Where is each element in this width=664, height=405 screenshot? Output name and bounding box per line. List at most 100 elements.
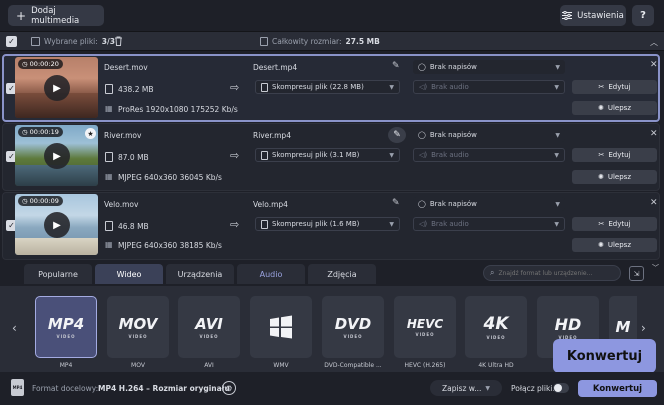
film-icon: ▦	[105, 172, 113, 181]
audio-select[interactable]: ◁) Brak audio ▼	[413, 80, 565, 94]
format-avi[interactable]: AVI VIDEO	[178, 296, 240, 358]
film-icon: ▦	[105, 240, 113, 249]
settings-button[interactable]: Ustawienia	[560, 5, 626, 26]
toggle-knob	[554, 384, 562, 392]
help-button[interactable]: ?	[632, 5, 654, 26]
clock-icon: ◷	[22, 60, 28, 68]
output-file-name: Velo.mp4	[253, 200, 288, 209]
enhance-button[interactable]: ✺ Ulepsz	[572, 101, 657, 115]
file-name: River.mov	[104, 131, 142, 140]
format-partial-icon: M	[615, 318, 631, 336]
convert-arrows-icon: ⇨	[230, 218, 240, 231]
chevron-down-icon[interactable]: ﹀	[652, 263, 659, 273]
target-format-label: Format docelowy:	[32, 384, 99, 393]
convert-arrows-icon: ⇨	[230, 149, 240, 162]
output-file-name: Desert.mp4	[253, 63, 298, 72]
edit-button[interactable]: ✂ Edytuj	[572, 217, 657, 231]
clock-icon: ◷	[22, 128, 28, 136]
format-4k[interactable]: 4K VIDEO	[465, 296, 527, 358]
add-media-button[interactable]: + Dodaj multimedia	[8, 5, 104, 26]
video-thumbnail[interactable]: ◷ 00:00:09 ▶	[15, 194, 98, 255]
file-name: Desert.mov	[104, 63, 148, 72]
subtitles-select[interactable]: ◯ Brak napisów ▼	[413, 197, 565, 211]
select-all-checkbox[interactable]: ✓	[6, 36, 17, 47]
format-label: MP4	[59, 362, 73, 369]
close-icon[interactable]: ✕	[650, 198, 658, 208]
file-size: 46.8 MB	[118, 222, 149, 231]
dvd-icon: DVD	[334, 315, 372, 333]
tab-urzadzenia[interactable]: Urządzenia	[166, 264, 234, 284]
merge-files-toggle[interactable]	[553, 383, 569, 393]
file-meta: MJPEG 640x360 38185 Kb/s	[118, 241, 222, 250]
play-icon: ▶	[53, 82, 61, 94]
gear-icon[interactable]: ⚙	[222, 381, 236, 395]
file-icon	[105, 221, 113, 231]
chevron-down-icon: ▼	[554, 83, 559, 91]
format-dvd[interactable]: DVD VIDEO	[322, 296, 384, 358]
speech-bubble-icon: ◯	[418, 200, 426, 208]
file-size: 438.2 MB	[118, 85, 154, 94]
format-wmv[interactable]	[250, 296, 312, 358]
total-size-info: Całkowity rozmiar: 27.5 MB	[260, 37, 380, 46]
enhance-icon: ✺	[597, 104, 604, 112]
merge-files-label: Połącz pliki:	[511, 384, 555, 393]
tab-audio[interactable]: Audio	[237, 264, 305, 284]
format-hevc[interactable]: HEVC VIDEO	[394, 296, 456, 358]
compress-select[interactable]: Skompresuj plik (22.8 MB) ▼	[255, 80, 400, 94]
audio-select[interactable]: ◁) Brak audio ▼	[413, 217, 565, 231]
convert-arrows-icon: ⇨	[230, 81, 240, 94]
enhance-button[interactable]: ✺ Ulepsz	[572, 170, 657, 184]
target-format-icon: MP4	[11, 379, 24, 396]
tab-wideo[interactable]: Wideo	[95, 264, 163, 284]
convert-button[interactable]: Konwertuj	[578, 380, 657, 397]
format-mov[interactable]: MOV VIDEO	[107, 296, 169, 358]
subtitles-select[interactable]: ◯ Brak napisów ▼	[413, 60, 565, 74]
format-label: AVI	[204, 362, 214, 369]
close-icon[interactable]: ✕	[650, 129, 658, 139]
edit-name-icon[interactable]: ✎	[392, 61, 400, 71]
format-search[interactable]: ⌕	[483, 265, 621, 281]
settings-label: Ustawienia	[577, 10, 624, 21]
chevron-down-icon: ▼	[554, 151, 559, 159]
audio-select[interactable]: ◁) Brak audio ▼	[413, 148, 565, 162]
format-mp4[interactable]: MP4 VIDEO	[35, 296, 97, 358]
video-thumbnail[interactable]: ◷ 00:00:19 ★ ▶	[15, 125, 98, 186]
total-size-label: Całkowity rozmiar:	[272, 37, 342, 46]
edit-name-icon[interactable]: ✎	[388, 127, 406, 143]
mov-icon: MOV	[118, 315, 158, 333]
video-thumbnail[interactable]: ◷ 00:00:20 ▶	[15, 57, 98, 118]
edit-button[interactable]: ✂ Edytuj	[572, 148, 657, 162]
speaker-icon: ◁)	[419, 83, 428, 91]
play-button[interactable]: ▶	[44, 143, 70, 169]
avi-icon: AVI	[195, 315, 223, 333]
save-to-select[interactable]: Zapisz w... ▼	[430, 380, 502, 396]
file-stack-icon	[31, 37, 40, 46]
selected-files-label: Wybrane pliki:	[44, 37, 98, 46]
scissors-icon: ✂	[598, 83, 605, 91]
edit-button[interactable]: ✂ Edytuj	[572, 80, 657, 94]
enhance-button[interactable]: ✺ Ulepsz	[572, 238, 657, 252]
tab-zdjecia[interactable]: Zdjęcia	[308, 264, 376, 284]
play-button[interactable]: ▶	[44, 212, 70, 238]
play-icon: ▶	[53, 219, 61, 231]
collapse-icon[interactable]: ︿	[650, 37, 658, 48]
chevron-right-icon[interactable]: ›	[641, 321, 646, 335]
star-icon[interactable]: ★	[85, 128, 96, 139]
edit-name-icon[interactable]: ✎	[392, 198, 400, 208]
scissors-icon: ✂	[598, 151, 605, 159]
speaker-icon: ◁)	[419, 220, 428, 228]
trash-icon[interactable]	[114, 36, 123, 46]
file-icon	[105, 152, 113, 162]
tab-popularne[interactable]: Popularne	[24, 264, 92, 284]
close-icon[interactable]: ✕	[650, 60, 658, 70]
chevron-down-icon: ▼	[555, 131, 560, 139]
subtitles-select[interactable]: ◯ Brak napisów ▼	[413, 128, 565, 142]
export-format-icon[interactable]: ⇲	[629, 266, 644, 281]
compress-icon	[261, 150, 268, 160]
format-search-input[interactable]	[498, 269, 617, 277]
chevron-left-icon[interactable]: ‹	[12, 321, 17, 335]
compress-select[interactable]: Skompresuj plik (3.1 MB) ▼	[255, 148, 400, 162]
compress-select[interactable]: Skompresuj plik (1.6 MB) ▼	[255, 217, 400, 231]
play-button[interactable]: ▶	[44, 75, 70, 101]
duration-badge: ◷ 00:00:19	[18, 127, 63, 137]
